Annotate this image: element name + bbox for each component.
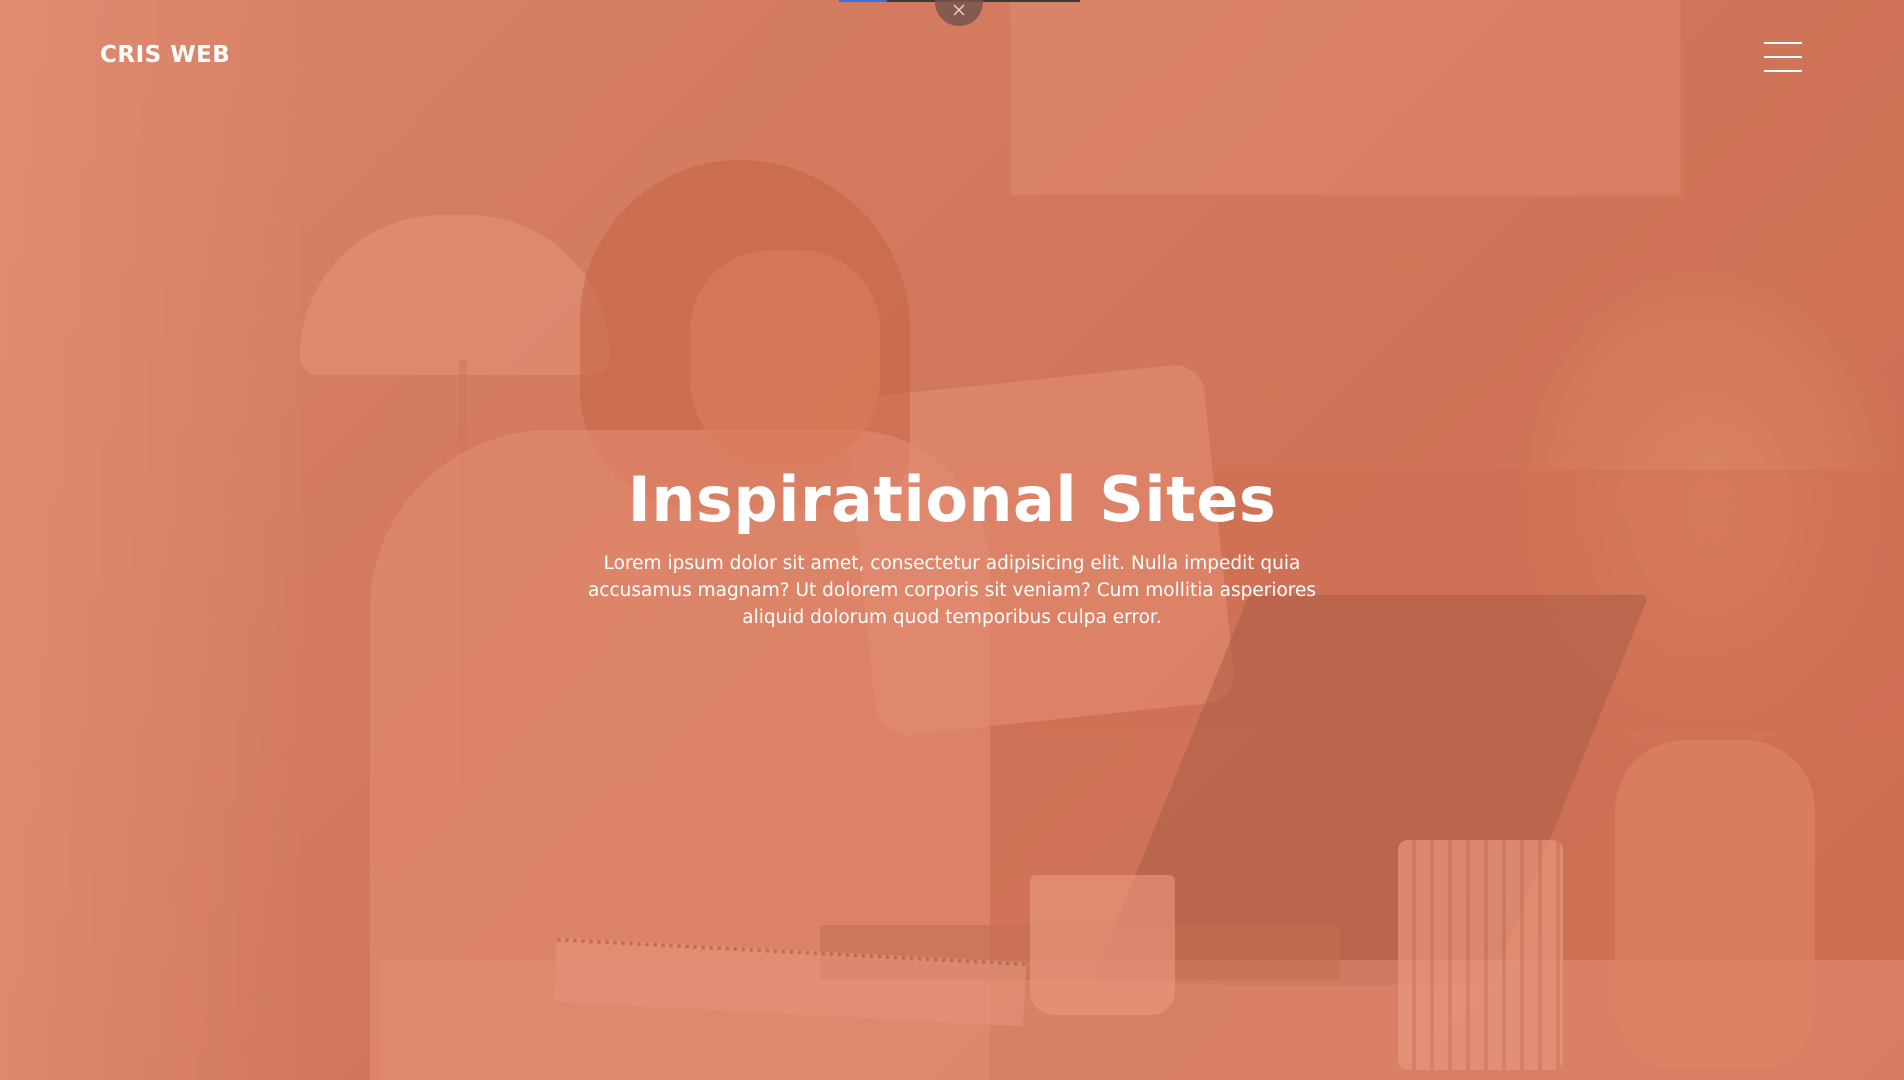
top-progress-fill (839, 0, 888, 2)
hero-content: Inspirational Sites Lorem ipsum dolor si… (552, 462, 1352, 631)
hamburger-menu-icon-line (1764, 56, 1802, 58)
hero-title: Inspirational Sites (627, 463, 1277, 536)
hero-section: CRIS WEB Inspirational Sites Lorem ipsum… (0, 0, 1904, 1080)
hero-description: Lorem ipsum dolor sit amet, consectetur … (587, 553, 1317, 628)
hamburger-menu-icon (1764, 42, 1802, 44)
hamburger-menu-button[interactable] (1764, 42, 1802, 74)
close-icon (953, 4, 965, 16)
site-logo[interactable]: CRIS WEB (100, 42, 230, 68)
hamburger-menu-icon-line (1764, 70, 1802, 72)
